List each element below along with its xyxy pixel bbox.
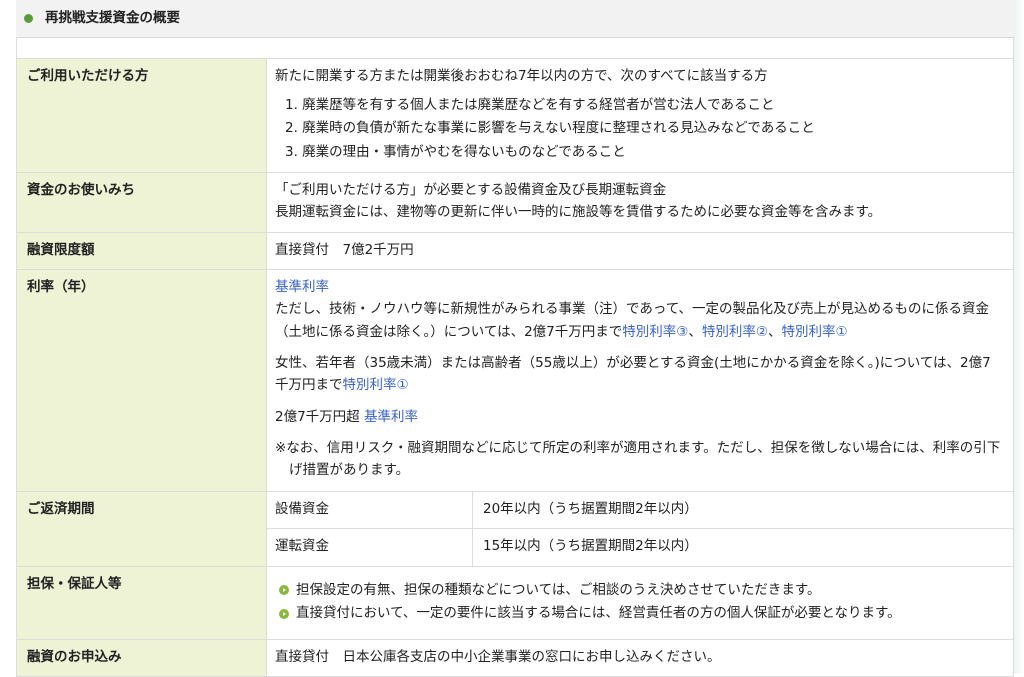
separator: 、	[688, 323, 702, 340]
label-rate: 利率（年）	[16, 269, 267, 493]
usage-line-1: 「ご利用いただける方」が必要とする設備資金及び長期運転資金	[275, 181, 667, 198]
label-limit: 融資限度額	[16, 231, 267, 271]
special-rate-2-link[interactable]: 特別利率②	[702, 324, 768, 340]
label-usage: 資金のお使いみち	[16, 171, 267, 233]
separator: 、	[767, 323, 782, 340]
repayment-kind: 設備資金	[266, 491, 473, 530]
collateral-item: 直接貸付において、一定の要件に該当する場合には、経営責任者の方の個人保証が必要と…	[279, 602, 1003, 625]
rate-paragraph-2: 女性、若年者（35歳未満）または高齢者（55歳以上）が必要とする資金(土地にかか…	[275, 352, 1003, 397]
arrow-bullet-icon	[279, 608, 289, 619]
rate-note: ※なお、信用リスク・融資期間などに応じて所定の利率が適用されます。ただし、担保を…	[275, 439, 1001, 479]
eligibility-item: 2. 廃業時の負債が新たな事業に影響を与えない程度に整理される見込みなどであるこ…	[285, 120, 815, 137]
content-usage: 「ご利用いただける方」が必要とする設備資金及び長期運転資金 長期運転資金には、建…	[266, 171, 1014, 233]
eligibility-list: 1. 廃業歴等を有する個人または廃業歴などを有する経営者が営む法人であること 2…	[275, 94, 1003, 164]
label-application: 融資のお申込み	[16, 638, 267, 677]
special-rate-1-link[interactable]: 特別利率①	[343, 377, 409, 393]
content-eligibility: 新たに開業する方または開業後おおむね7年以内の方で、次のすべてに該当する方 1.…	[266, 58, 1014, 173]
content-rate: 基準利率 ただし、技術・ノウハウ等に新規性がみられる事業（注）であって、一定の製…	[266, 269, 1014, 493]
spacer	[16, 38, 1014, 58]
special-rate-3-link[interactable]: 特別利率③	[622, 324, 688, 340]
side-edge	[1014, 0, 1024, 673]
eligibility-intro: 新たに開業する方または開業後おおむね7年以内の方で、次のすべてに該当する方	[275, 68, 768, 84]
content-application: 直接貸付 日本公庫各支店の中小企業事業の窓口にお申し込みください。	[266, 638, 1014, 677]
collateral-list: 担保設定の有無、担保の種類などについては、ご相談のうえ決めさせていただきます。 …	[275, 579, 1003, 625]
rate-text-3: 2億7千万円超	[275, 408, 364, 425]
collateral-item: 担保設定の有無、担保の種類などについては、ご相談のうえ決めさせていただきます。	[279, 579, 1003, 602]
section-header: 再挑戦支援資金の概要	[16, 0, 1014, 38]
row-limit: 融資限度額 直接貸付 7億2千万円	[16, 231, 1014, 271]
eligibility-item: 3. 廃業の理由・事情がやむを得ないものなどであること	[285, 143, 626, 160]
row-rate: 利率（年） 基準利率 ただし、技術・ノウハウ等に新規性がみられる事業（注）であっ…	[16, 269, 1014, 493]
special-rate-1-link[interactable]: 特別利率①	[781, 324, 847, 340]
arrow-bullet-icon	[279, 585, 289, 596]
row-usage: 資金のお使いみち 「ご利用いただける方」が必要とする設備資金及び長期運転資金 長…	[16, 171, 1014, 233]
label-repayment: ご返済期間	[16, 491, 267, 567]
row-eligibility: ご利用いただける方 新たに開業する方または開業後おおむね7年以内の方で、次のすべ…	[16, 58, 1014, 173]
usage-line-2: 長期運転資金には、建物等の更新に伴い一時的に施設等を賃借するために必要な資金等を…	[275, 204, 882, 221]
eligibility-item: 1. 廃業歴等を有する個人または廃業歴などを有する経営者が営む法人であること	[285, 97, 775, 114]
section-title: 再挑戦支援資金の概要	[45, 10, 180, 27]
content-limit: 直接貸付 7億2千万円	[266, 231, 1014, 271]
repayment-term: 20年以内（うち据置期間2年以内）	[472, 491, 1014, 530]
row-collateral: 担保・保証人等 担保設定の有無、担保の種類などについては、ご相談のうえ決めさせて…	[16, 565, 1014, 640]
repayment-term: 15年以内（うち据置期間2年以内）	[472, 528, 1014, 567]
content-collateral: 担保設定の有無、担保の種類などについては、ご相談のうえ決めさせていただきます。 …	[266, 565, 1014, 640]
green-dot-icon	[24, 14, 33, 23]
repayment-kind: 運転資金	[266, 528, 473, 567]
rate-paragraph-3: 2億7千万円超 基準利率	[275, 406, 1003, 428]
label-collateral: 担保・保証人等	[16, 565, 267, 640]
row-application: 融資のお申込み 直接貸付 日本公庫各支店の中小企業事業の窓口にお申し込みください…	[16, 638, 1014, 677]
rate-paragraph-1: ただし、技術・ノウハウ等に新規性がみられる事業（注）であって、一定の製品化及び売…	[275, 298, 1003, 343]
base-rate-link[interactable]: 基準利率	[275, 279, 329, 295]
label-eligibility: ご利用いただける方	[16, 58, 267, 173]
base-rate-link[interactable]: 基準利率	[364, 409, 418, 425]
row-repayment: ご返済期間 設備資金 20年以内（うち据置期間2年以内）	[16, 491, 1014, 567]
loan-overview-table: ご利用いただける方 新たに開業する方または開業後おおむね7年以内の方で、次のすべ…	[16, 58, 1014, 677]
